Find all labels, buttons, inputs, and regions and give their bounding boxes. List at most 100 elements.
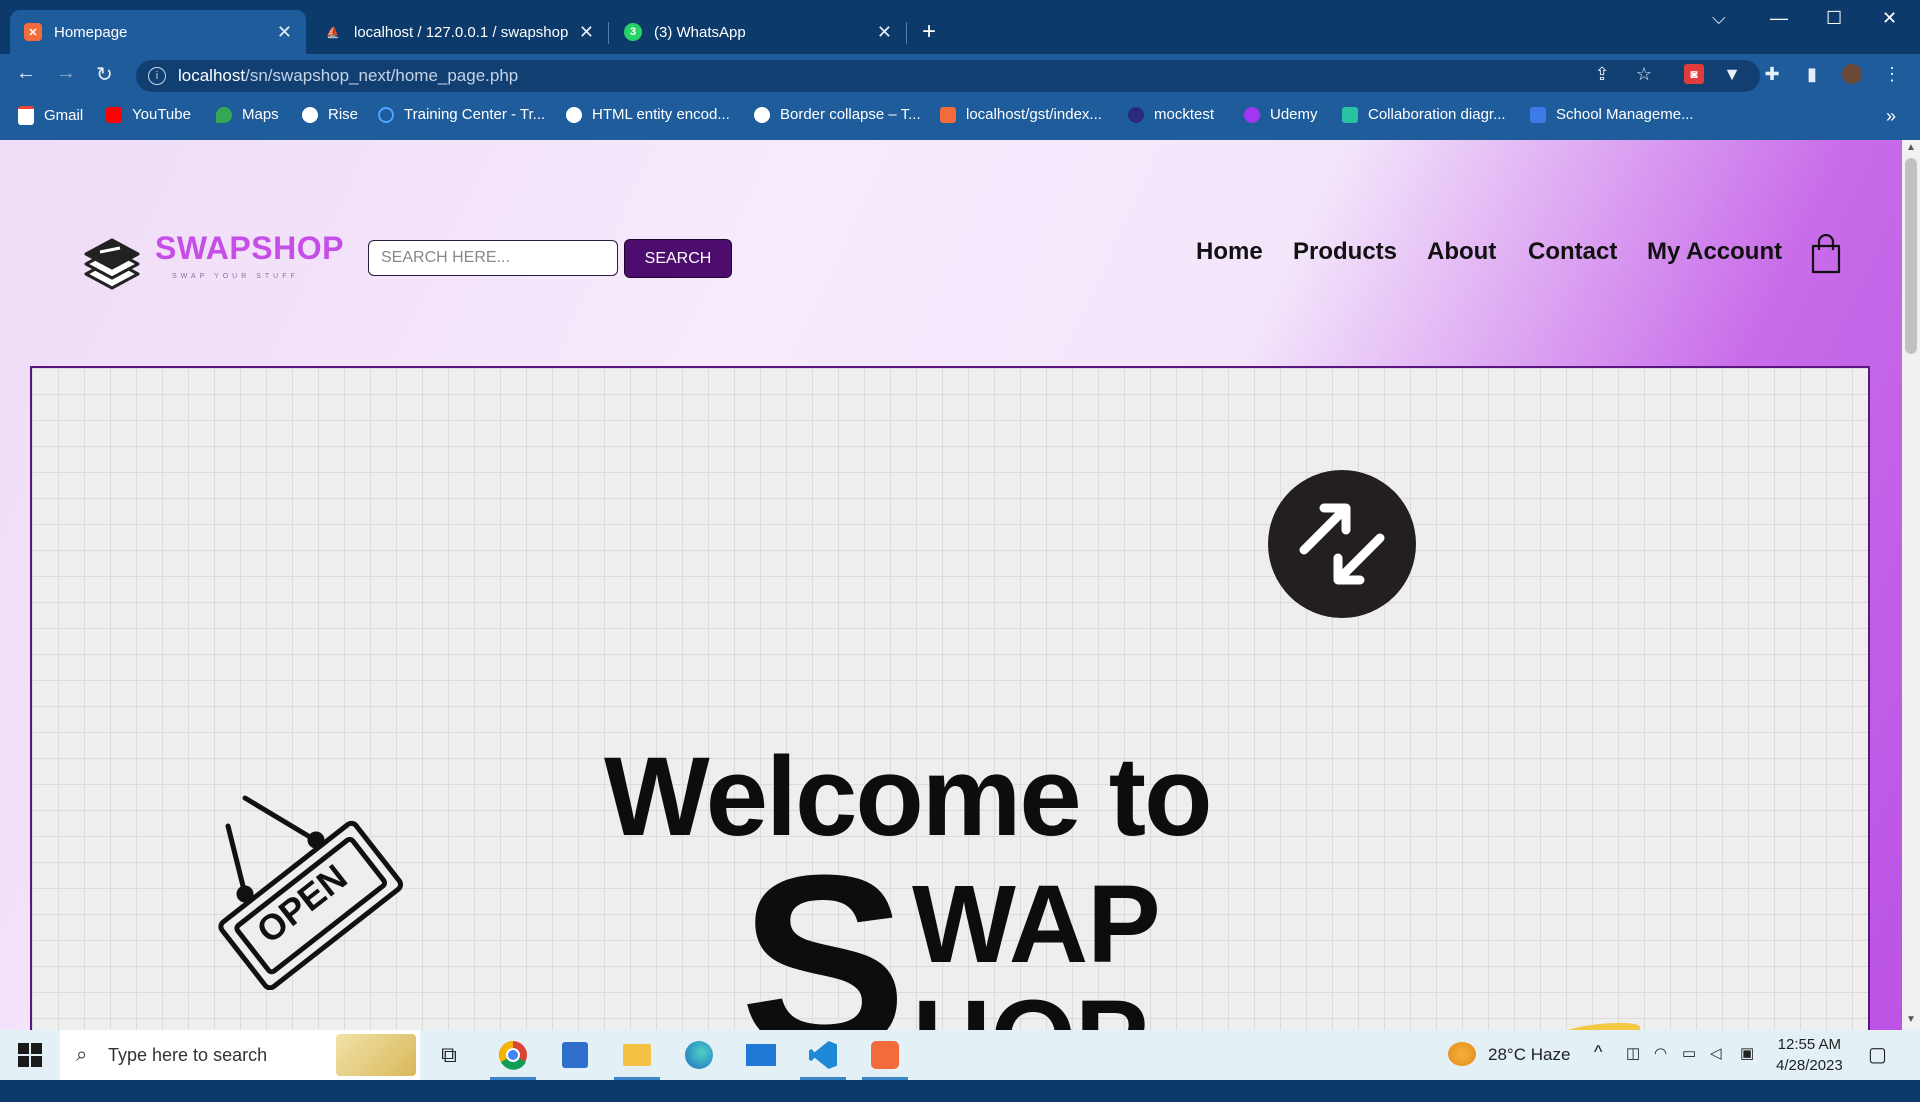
taskbar-vscode-icon[interactable]: [794, 1030, 852, 1080]
bookmark-maps[interactable]: Maps: [216, 106, 279, 123]
bookmark-html-entity[interactable]: HTML entity encod...: [566, 106, 730, 123]
bookmark-localhost-gst[interactable]: localhost/gst/index...: [940, 106, 1102, 123]
bookmark-star-icon[interactable]: ☆: [1634, 64, 1654, 84]
site-info-icon[interactable]: i: [148, 67, 166, 85]
new-tab-button[interactable]: +: [922, 18, 936, 46]
extensions-puzzle-icon[interactable]: ✚: [1762, 64, 1782, 84]
search-button[interactable]: SEARCH: [624, 239, 732, 278]
share-icon[interactable]: ⇪: [1592, 64, 1612, 84]
close-window-button[interactable]: ✕: [1882, 8, 1897, 29]
bookmark-label: Udemy: [1270, 106, 1318, 123]
bookmark-border-collapse[interactable]: Border collapse – T...: [754, 106, 921, 123]
volume-icon[interactable]: ◁: [1710, 1044, 1722, 1062]
taskbar-search-placeholder: Type here to search: [108, 1044, 268, 1065]
tab-phpmyadmin[interactable]: ⛵ localhost / 127.0.0.1 / swapshop_ ✕: [310, 10, 608, 54]
taskbar-file-explorer-icon[interactable]: [608, 1030, 666, 1080]
nav-home[interactable]: Home: [1196, 238, 1263, 266]
taskbar-mail-icon[interactable]: [732, 1030, 790, 1080]
clock-time: 12:55 AM: [1777, 1036, 1842, 1053]
bookmark-training-center[interactable]: Training Center - Tr...: [378, 106, 545, 123]
wifi-icon[interactable]: ◠: [1654, 1044, 1667, 1062]
taskbar-chrome-icon[interactable]: [484, 1030, 542, 1080]
maximize-button[interactable]: ☐: [1826, 8, 1842, 29]
notifications-icon[interactable]: ▢: [1868, 1042, 1887, 1067]
bookmark-gmail[interactable]: Gmail: [18, 106, 83, 125]
weather-text[interactable]: 28°C Haze: [1488, 1045, 1570, 1065]
nav-products[interactable]: Products: [1293, 238, 1397, 266]
reload-icon[interactable]: ↻: [96, 62, 113, 87]
bookmark-udemy[interactable]: Udemy: [1244, 106, 1318, 123]
swap-arrows-icon: [1268, 470, 1416, 618]
bookmark-collaboration[interactable]: Collaboration diagr...: [1342, 106, 1506, 123]
hero-wap-text: WAP: [912, 863, 1161, 986]
chrome-menu-icon[interactable]: ⋮: [1882, 64, 1902, 84]
taskbar-search-box[interactable]: ⌕ Type here to search: [60, 1030, 420, 1080]
globe-icon: [302, 106, 318, 123]
clock-date: 4/28/2023: [1776, 1057, 1843, 1074]
weather-icon: [1448, 1042, 1476, 1066]
bookmark-label: Training Center - Tr...: [404, 106, 546, 123]
tab-title: localhost / 127.0.0.1 / swapshop_: [354, 23, 568, 41]
tab-title: (3) WhatsApp: [654, 23, 746, 41]
bookmark-label: Border collapse – T...: [780, 106, 921, 123]
bookmark-school[interactable]: School Manageme...: [1530, 106, 1694, 123]
logo-text[interactable]: SWAPSHOP: [155, 230, 344, 267]
scroll-up-icon[interactable]: ▲: [1906, 142, 1916, 153]
address-bar[interactable]: i localhost/sn/swapshop_next/home_page.p…: [136, 60, 1760, 92]
scroll-down-icon[interactable]: ▼: [1906, 1014, 1916, 1025]
phpmyadmin-favicon-icon: ⛵: [326, 26, 340, 39]
tab-homepage[interactable]: ✕ Homepage ✕: [10, 10, 306, 54]
bookmark-label: localhost/gst/index...: [966, 106, 1102, 123]
side-panel-icon[interactable]: ▮: [1802, 64, 1822, 84]
school-icon: [1530, 106, 1546, 123]
page-scrollbar[interactable]: ▲ ▼: [1902, 140, 1920, 1030]
bookmark-label: mocktest: [1154, 106, 1215, 123]
collaboration-icon: [1342, 106, 1358, 123]
tab-separator: [906, 22, 907, 44]
bookmark-rise[interactable]: Rise: [302, 106, 358, 123]
windows-start-icon[interactable]: [18, 1043, 42, 1067]
shopping-bag-icon[interactable]: [1810, 234, 1842, 274]
search-input[interactable]: [368, 240, 618, 276]
tab-search-icon[interactable]: ⌵: [1712, 8, 1726, 29]
close-tab-icon[interactable]: ✕: [877, 22, 892, 43]
extension-v-icon[interactable]: ▼: [1722, 64, 1742, 84]
tab-title: Homepage: [54, 23, 128, 41]
more-bookmarks-icon[interactable]: »: [1886, 106, 1896, 127]
scrollbar-thumb[interactable]: [1905, 158, 1917, 354]
taskbar-clock[interactable]: 12:55 AM 4/28/2023: [1776, 1034, 1843, 1076]
tab-whatsapp[interactable]: 3 (3) WhatsApp ✕: [610, 10, 906, 54]
nav-my-account[interactable]: My Account: [1647, 238, 1782, 266]
tray-chevron-icon[interactable]: ^: [1594, 1042, 1602, 1063]
nav-about[interactable]: About: [1427, 238, 1496, 266]
meet-now-icon[interactable]: ◫: [1626, 1044, 1640, 1062]
globe-icon: [754, 106, 770, 123]
url-host: localhost: [178, 66, 246, 85]
search-highlight-image: [336, 1034, 416, 1076]
close-tab-icon[interactable]: ✕: [579, 22, 594, 43]
search-icon: ⌕: [76, 1043, 88, 1066]
forward-icon[interactable]: →: [56, 62, 76, 85]
bookmark-label: School Manageme...: [1556, 106, 1694, 123]
bookmark-mocktest[interactable]: mocktest: [1128, 106, 1214, 123]
bookmark-youtube[interactable]: YouTube: [106, 106, 191, 123]
taskbar-edge-icon[interactable]: [670, 1030, 728, 1080]
back-icon[interactable]: ←: [16, 62, 36, 85]
battery-icon[interactable]: ▭: [1682, 1044, 1696, 1062]
swapshop-logo-icon[interactable]: [82, 234, 142, 294]
tab-separator: [608, 22, 609, 44]
udemy-icon: [1244, 106, 1260, 123]
bookmark-label: Rise: [328, 106, 359, 123]
profile-avatar[interactable]: [1842, 64, 1862, 84]
taskbar-xampp-icon[interactable]: [856, 1030, 914, 1080]
url-path: /sn/swapshop_next/home_page.php: [245, 66, 519, 85]
taskbar-store-icon[interactable]: [546, 1030, 604, 1080]
extension-pocket-icon[interactable]: ◙: [1684, 64, 1704, 84]
close-tab-icon[interactable]: ✕: [277, 22, 292, 43]
task-view-icon[interactable]: ⧉: [420, 1030, 478, 1080]
xampp-favicon-icon: ✕: [24, 23, 42, 41]
language-icon[interactable]: ▣: [1740, 1044, 1754, 1062]
minimize-button[interactable]: —: [1770, 8, 1788, 29]
nav-contact[interactable]: Contact: [1528, 238, 1617, 266]
bookmark-label: Collaboration diagr...: [1368, 106, 1506, 123]
